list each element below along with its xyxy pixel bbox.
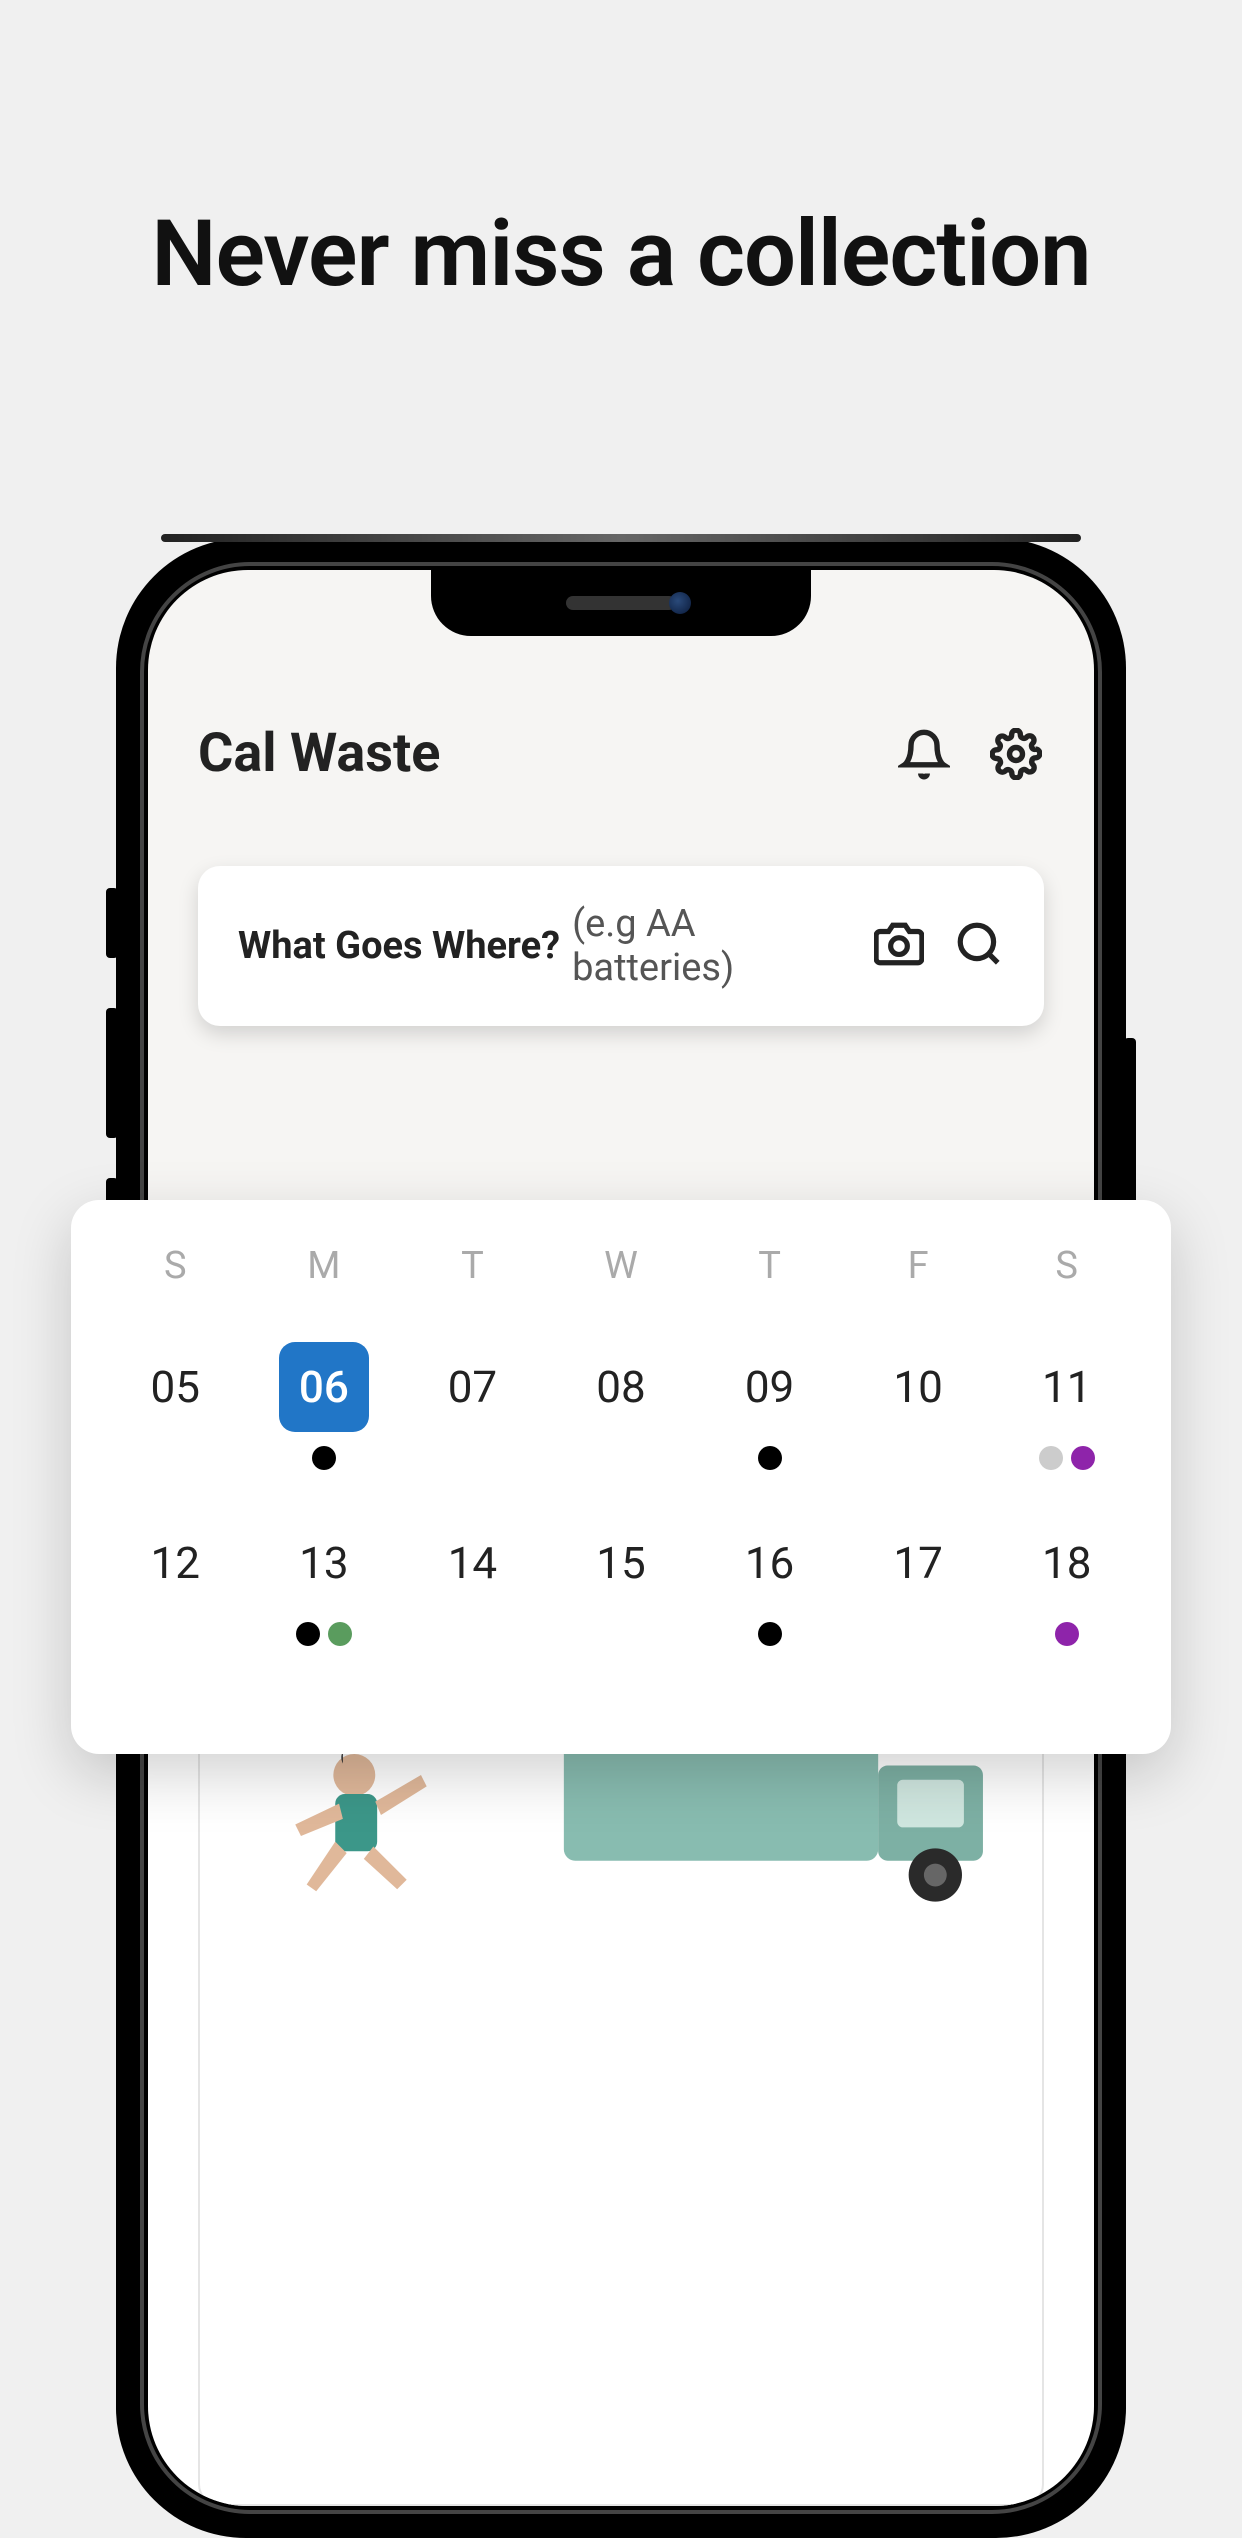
phone-silent-switch	[106, 888, 118, 958]
calendar-day-number: 11	[1022, 1342, 1112, 1432]
phone-notch	[431, 570, 811, 636]
event-dot	[758, 1446, 782, 1470]
search-button[interactable]	[954, 919, 1004, 973]
calendar-day-number: 17	[873, 1518, 963, 1608]
calendar-day-header: S	[101, 1244, 250, 1288]
event-dot	[1071, 1446, 1095, 1470]
calendar-day-dots	[312, 1446, 336, 1470]
calendar-day-header: T	[695, 1244, 844, 1288]
phone-volume-up	[106, 1008, 118, 1138]
event-dot	[1055, 1622, 1079, 1646]
calendar-day[interactable]: 08	[547, 1342, 696, 1470]
search-icon	[954, 919, 1004, 969]
calendar-day[interactable]: 17	[844, 1518, 993, 1646]
calendar-day[interactable]: 05	[101, 1342, 250, 1470]
calendar-day[interactable]: 16	[695, 1518, 844, 1646]
calendar-day-number: 12	[130, 1518, 220, 1608]
calendar-day-dots	[1039, 1446, 1095, 1470]
calendar-day[interactable]: 10	[844, 1342, 993, 1470]
calendar-day[interactable]: 12	[101, 1518, 250, 1646]
gear-icon	[990, 728, 1042, 780]
search-placeholder: (e.g AA batteries)	[572, 902, 862, 990]
calendar-day-number: 10	[873, 1342, 963, 1432]
event-dot	[296, 1622, 320, 1646]
camera-button[interactable]	[874, 919, 924, 973]
calendar-day-number: 06	[279, 1342, 369, 1432]
settings-button[interactable]	[988, 726, 1044, 782]
calendar-day-number: 16	[725, 1518, 815, 1608]
calendar-day-header: W	[547, 1244, 696, 1288]
calendar-day[interactable]: 14	[398, 1518, 547, 1646]
calendar-day[interactable]: 18	[992, 1518, 1141, 1646]
calendar-day-number: 13	[279, 1518, 369, 1608]
calendar-day-header: T	[398, 1244, 547, 1288]
calendar-day-dots	[758, 1622, 782, 1646]
calendar-day-header: M	[250, 1244, 399, 1288]
phone-front-camera	[669, 592, 691, 614]
calendar-day[interactable]: 15	[547, 1518, 696, 1646]
calendar-day-number: 08	[576, 1342, 666, 1432]
bell-icon	[898, 728, 950, 780]
calendar-day-dots	[758, 1446, 782, 1470]
calendar-day-number: 07	[427, 1342, 517, 1432]
phone-speaker	[566, 596, 676, 610]
event-dot	[312, 1446, 336, 1470]
event-dot	[328, 1622, 352, 1646]
calendar-day-dots	[296, 1622, 352, 1646]
calendar-day[interactable]: 06	[250, 1342, 399, 1470]
app-title: Cal Waste	[198, 722, 440, 785]
event-dot	[758, 1622, 782, 1646]
calendar-day-header: S	[992, 1244, 1141, 1288]
search-card[interactable]: What Goes Where? (e.g AA batteries)	[198, 866, 1044, 1026]
calendar-day[interactable]: 11	[992, 1342, 1141, 1470]
camera-icon	[874, 919, 924, 969]
calendar-day-header: F	[844, 1244, 993, 1288]
calendar-day-dots	[1055, 1622, 1079, 1646]
search-label: What Goes Where?	[238, 924, 560, 968]
calendar-card: SMTWTFS 0506070809101112131415161718	[71, 1200, 1171, 1754]
calendar-day-number: 09	[725, 1342, 815, 1432]
notifications-button[interactable]	[896, 726, 952, 782]
event-dot	[1039, 1446, 1063, 1470]
calendar-day-number: 05	[130, 1342, 220, 1432]
page-headline: Never miss a collection	[0, 0, 1242, 310]
calendar-day[interactable]: 07	[398, 1342, 547, 1470]
calendar-day-number: 18	[1022, 1518, 1112, 1608]
calendar-day-number: 15	[576, 1518, 666, 1608]
calendar-day-number: 14	[427, 1518, 517, 1608]
calendar-day[interactable]: 09	[695, 1342, 844, 1470]
calendar-day[interactable]: 13	[250, 1518, 399, 1646]
